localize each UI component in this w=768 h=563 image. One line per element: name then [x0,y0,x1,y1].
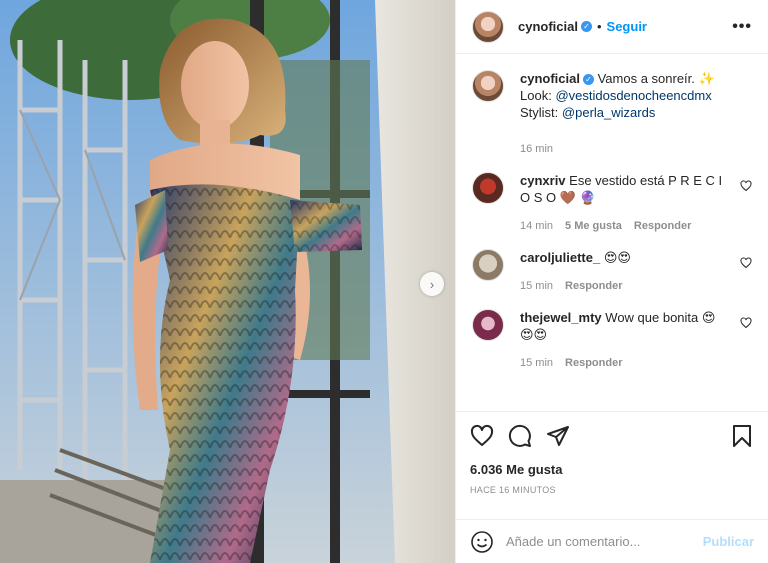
caption-time[interactable]: 16 min [520,141,553,158]
look-label: Look: [520,88,552,103]
paper-plane-icon[interactable] [546,424,570,448]
comment-time[interactable]: 15 min [520,355,553,372]
separator-dot: • [596,19,602,34]
stylist-handle-link[interactable]: @perla_wizards [562,105,655,120]
avatar[interactable] [472,172,504,204]
post-actions: 6.036 Me gusta HACE 16 MINUTOS [456,411,768,519]
bookmark-icon[interactable] [730,424,754,448]
smiley-icon[interactable] [470,530,494,554]
comment-icon[interactable] [508,424,532,448]
verified-badge-icon: ✓ [582,74,594,86]
caption: cynoficial ✓ Vamos a sonreír. ✨ Look: @ve… [472,70,752,158]
verified-badge-icon: ✓ [580,21,592,32]
reply-button[interactable]: Responder [565,278,622,295]
post-photo[interactable]: › [0,0,455,563]
avatar[interactable] [472,249,504,281]
comment-item: thejewel_mty Wow que bonita 😍 😍😍 15 min … [472,309,752,372]
comment-like-heart-icon[interactable] [740,317,752,329]
avatar[interactable] [472,10,504,43]
publish-button[interactable]: Publicar [703,534,754,549]
more-options-button[interactable]: ••• [732,18,752,36]
likes-count[interactable]: 6.036 Me gusta [470,462,754,477]
comment-username[interactable]: cynxriv [520,173,566,188]
heart-icon[interactable] [470,424,494,448]
caption-text: Vamos a sonreír. ✨ [597,71,715,86]
comment-like-heart-icon[interactable] [740,180,752,192]
comment-like-heart-icon[interactable] [740,257,752,269]
comment-time[interactable]: 15 min [520,278,553,295]
add-comment-bar: Publicar [456,519,768,563]
comment-input[interactable] [506,534,703,549]
comment-username[interactable]: caroljuliette_ [520,250,600,265]
author-username[interactable]: cynoficial [518,19,578,34]
post-sidebar: cynoficial ✓ • Seguir ••• cynoficial ✓ Va… [455,0,768,563]
reply-button[interactable]: Responder [565,355,622,372]
reply-button[interactable]: Responder [634,218,691,235]
avatar[interactable] [472,70,504,102]
photo-illustration [0,0,455,563]
stylist-label: Stylist: [520,105,559,120]
posted-time[interactable]: HACE 16 MINUTOS [470,485,754,495]
comment-text: 😍😍 [603,250,631,265]
chevron-right-icon: › [429,276,435,292]
avatar[interactable] [472,309,504,341]
comment-time[interactable]: 14 min [520,218,553,235]
comments-list: cynoficial ✓ Vamos a sonreír. ✨ Look: @ve… [456,54,768,411]
comment-likes[interactable]: 5 Me gusta [565,218,622,235]
caption-username[interactable]: cynoficial [520,71,580,86]
follow-button[interactable]: Seguir [607,19,647,34]
comment-item: cynxriv Ese vestido está P R E C I O S O… [472,172,752,235]
comment-item: caroljuliette_ 😍😍 15 min Responder [472,249,752,295]
post-header: cynoficial ✓ • Seguir ••• [456,0,768,54]
comment-username[interactable]: thejewel_mty [520,310,602,325]
look-handle-link[interactable]: @vestidosdenocheencdmx [555,88,711,103]
next-photo-button[interactable]: › [420,272,444,296]
